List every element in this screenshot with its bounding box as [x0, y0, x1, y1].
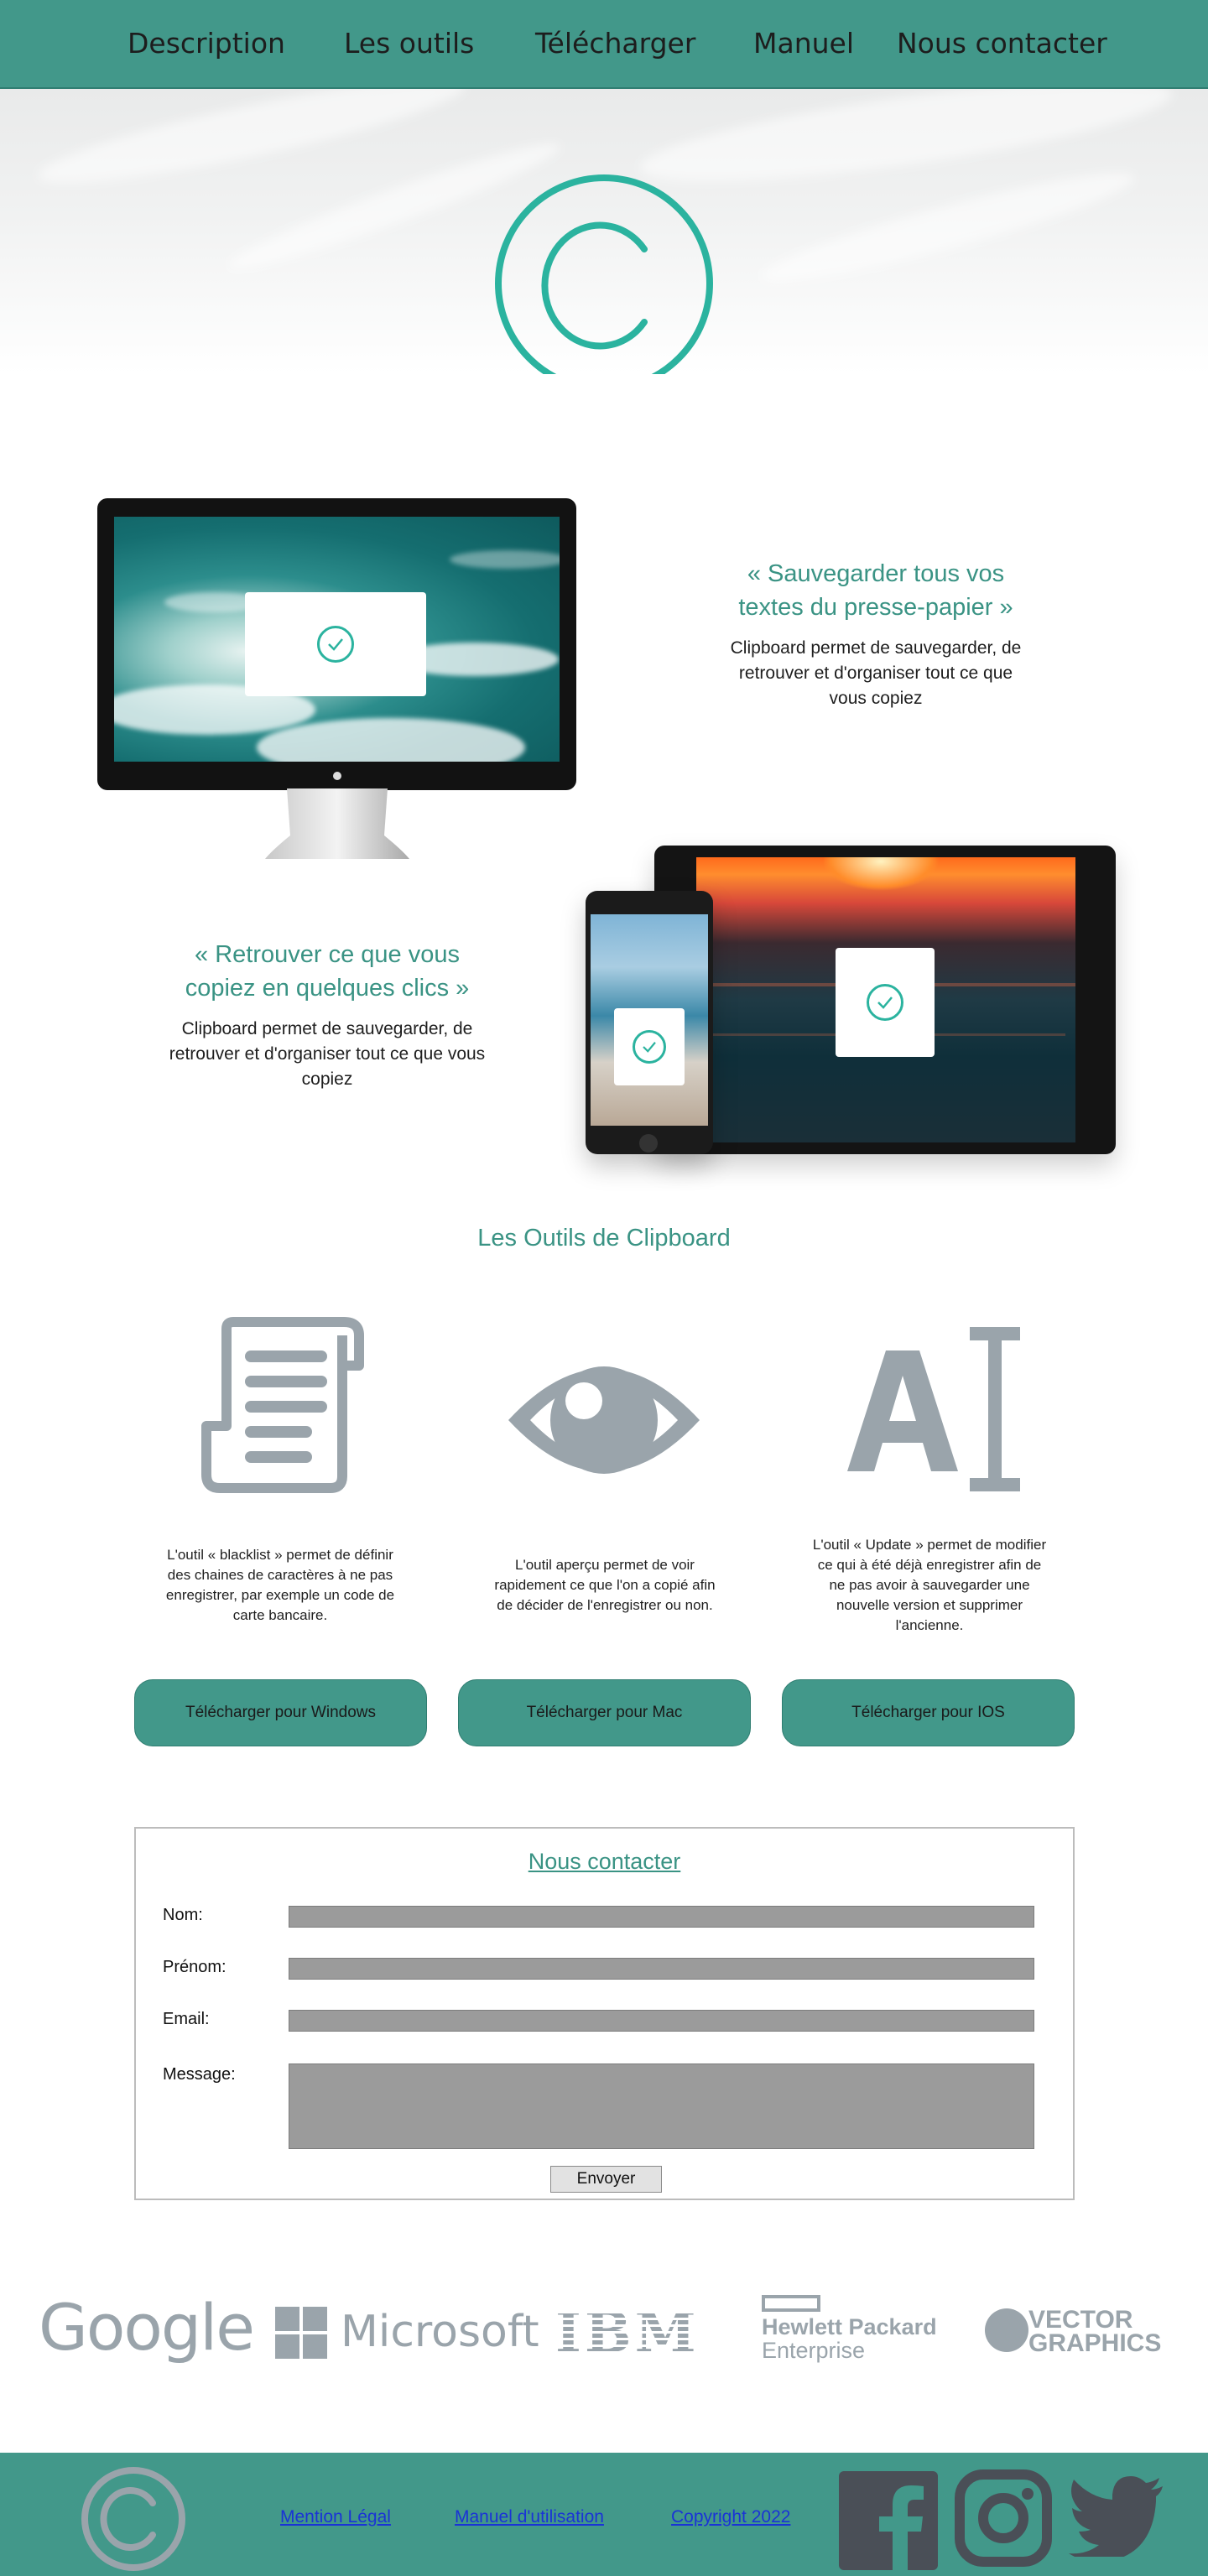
- tablet-mockup: [654, 846, 1116, 1154]
- twitter-icon[interactable]: [1067, 2476, 1164, 2557]
- tool-update-text: L'outil « Update » permet de modifier ce…: [812, 1537, 1047, 1633]
- vector-graphics-circle-icon: [985, 2308, 1028, 2352]
- contact-form: Nous contacter Nom: Prénom: Email: Messa…: [134, 1827, 1075, 2200]
- home-button: [639, 1134, 658, 1153]
- download-ios-button[interactable]: Télécharger pour IOS: [782, 1679, 1075, 1746]
- saved-card: [245, 592, 426, 696]
- nav-description[interactable]: Description: [128, 27, 285, 60]
- message-label: Message:: [163, 2065, 236, 2084]
- apple-logo-icon: [333, 772, 341, 780]
- feature-save-text: Clipboard permet de sauvegarder, de retr…: [730, 638, 1022, 708]
- feature-find-title: « Retrouver ce que vous copiez en quelqu…: [185, 941, 470, 1002]
- sunset-sea-image: [696, 857, 1075, 1142]
- feature-find-text: Clipboard permet de sauvegarder, de retr…: [169, 1019, 486, 1089]
- footer: Mention Légal Manuel d'utilisation Copyr…: [0, 2453, 1208, 2576]
- tool-preview-text: L'outil aperçu permet de voir rapidement…: [494, 1557, 716, 1613]
- text-cursor-icon: [847, 1327, 1020, 1491]
- saved-card: [614, 1008, 685, 1085]
- check-icon: [633, 1030, 666, 1064]
- eye-icon: [508, 1366, 700, 1474]
- facebook-icon[interactable]: [839, 2471, 938, 2570]
- nav-contact[interactable]: Nous contacter: [897, 27, 1107, 60]
- hp-logo-line2: Enterprise: [762, 2338, 866, 2363]
- check-icon: [867, 984, 903, 1021]
- instagram-icon[interactable]: [955, 2469, 1052, 2567]
- nav-telecharger[interactable]: Télécharger: [535, 27, 695, 60]
- feature-save-title: « Sauvegarder tous vos textes du presse-…: [738, 560, 1013, 621]
- microsoft-logo: Microsoft: [341, 2307, 539, 2357]
- scroll-list-icon: [201, 1317, 364, 1493]
- page: Description Les outils Télécharger Manue…: [0, 0, 1208, 2576]
- vector-graphics-line2: GRAPHICS: [1028, 2329, 1162, 2357]
- copyright-logo-icon: [81, 2467, 185, 2571]
- monitor-stand: [265, 788, 409, 859]
- nav-outils[interactable]: Les outils: [344, 27, 474, 60]
- hero-texture: [756, 157, 1140, 298]
- feature-find: « Retrouver ce que vous copiez en quelqu…: [168, 938, 487, 1092]
- vector-graphics-line1: VECTOR: [1028, 2306, 1133, 2334]
- microsoft-windows-icon: [275, 2307, 327, 2359]
- name-label: Nom:: [163, 1906, 203, 1924]
- download-windows-button[interactable]: Télécharger pour Windows: [134, 1679, 427, 1746]
- hp-logo-line1: Hewlett Packard: [762, 2314, 937, 2339]
- ocean-wave-image: [114, 517, 560, 762]
- google-logo: Google: [39, 2290, 255, 2365]
- footer-copyright-link[interactable]: Copyright 2022: [671, 2507, 790, 2527]
- firstname-input[interactable]: [289, 1958, 1034, 1980]
- footer-manual-link[interactable]: Manuel d'utilisation: [455, 2507, 604, 2527]
- footer-legal-link[interactable]: Mention Légal: [280, 2507, 391, 2527]
- copyright-logo-icon: [495, 174, 713, 374]
- contact-title: Nous contacter: [528, 1849, 681, 1874]
- tools-title: Les Outils de Clipboard: [477, 1225, 731, 1252]
- name-input[interactable]: [289, 1906, 1034, 1928]
- saved-card: [836, 948, 935, 1057]
- tool-blacklist-text: L'outil « blacklist » permet de définir …: [165, 1547, 395, 1623]
- firstname-label: Prénom:: [163, 1958, 226, 1976]
- send-button[interactable]: Envoyer: [550, 2166, 662, 2193]
- monitor-mockup: [97, 498, 576, 790]
- check-icon: [317, 626, 354, 663]
- ibm-logo: IBM: [555, 2300, 700, 2365]
- email-input[interactable]: [289, 2010, 1034, 2032]
- phone-mockup: [586, 891, 713, 1154]
- nav-manuel[interactable]: Manuel: [753, 27, 854, 60]
- beach-image: [591, 914, 708, 1126]
- top-nav: Description Les outils Télécharger Manue…: [0, 0, 1208, 89]
- message-textarea[interactable]: [289, 2063, 1034, 2149]
- hp-rectangle-icon: [762, 2295, 820, 2312]
- feature-save: « Sauvegarder tous vos textes du presse-…: [718, 557, 1034, 711]
- email-label: Email:: [163, 2010, 210, 2028]
- download-mac-button[interactable]: Télécharger pour Mac: [458, 1679, 751, 1746]
- hero-banner: [0, 89, 1208, 374]
